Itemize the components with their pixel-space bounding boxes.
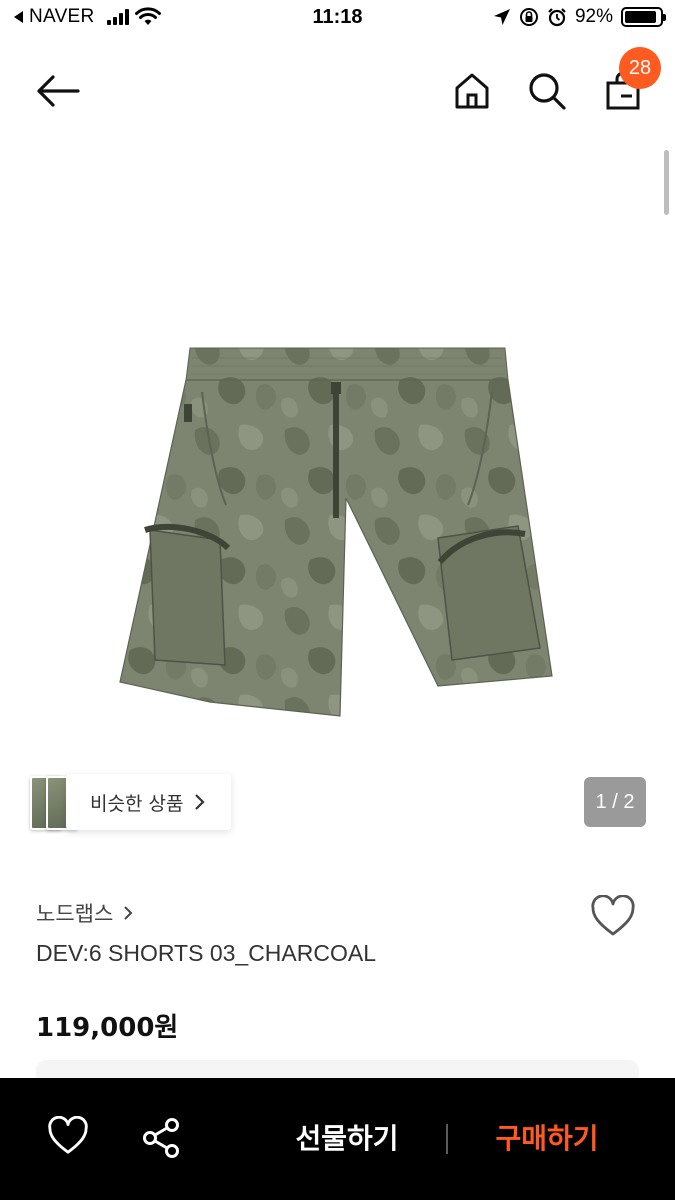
- gift-button[interactable]: 선물하기: [272, 1118, 422, 1160]
- home-button[interactable]: [448, 67, 496, 115]
- app-header: [0, 55, 675, 125]
- battery-percent: 92%: [574, 6, 613, 27]
- similar-products[interactable]: 비슷한 상품: [30, 772, 232, 832]
- product-name: DEV:6 SHORTS 03_CHARCOAL: [36, 940, 377, 966]
- cart-count-badge: 28: [619, 47, 661, 89]
- cargo-shorts-image: [119, 347, 553, 717]
- similar-products-button[interactable]: 비슷한 상품: [66, 774, 232, 830]
- chevron-right-icon: [124, 906, 133, 920]
- alarm-icon: [548, 8, 566, 27]
- buy-button[interactable]: 구매하기: [472, 1118, 622, 1160]
- image-page-indicator: 1 / 2: [584, 777, 646, 827]
- home-icon: [455, 73, 489, 109]
- product-price: 119,000원: [36, 1013, 179, 1043]
- heart-outline-icon: [48, 1115, 88, 1154]
- action-divider: [446, 1124, 448, 1154]
- location-arrow-icon: [493, 9, 510, 25]
- heart-outline-icon: [591, 894, 635, 936]
- rotation-lock-icon: [519, 8, 538, 26]
- similar-products-label: 비슷한 상품: [90, 792, 184, 815]
- brand-name: 노드랩스: [36, 902, 114, 926]
- status-bar: NAVER 11:18 92%: [0, 0, 675, 40]
- brand-link[interactable]: 노드랩스: [36, 898, 133, 928]
- product-image[interactable]: [100, 330, 570, 730]
- bottom-wishlist-button[interactable]: [46, 1115, 90, 1160]
- search-icon: [529, 73, 566, 110]
- chevron-right-icon: [195, 794, 206, 810]
- battery-icon: [621, 7, 666, 27]
- status-right: 92%: [493, 6, 666, 28]
- page-scrollbar[interactable]: [664, 150, 669, 215]
- battery-level: [625, 11, 657, 23]
- bottom-action-bar: 선물하기 구매하기: [0, 1078, 675, 1200]
- share-icon: [143, 1118, 179, 1158]
- search-button[interactable]: [523, 67, 571, 115]
- share-button[interactable]: [140, 1116, 184, 1160]
- wishlist-button[interactable]: [590, 894, 638, 939]
- arrow-left-icon: [37, 75, 80, 107]
- back-button[interactable]: [34, 67, 82, 115]
